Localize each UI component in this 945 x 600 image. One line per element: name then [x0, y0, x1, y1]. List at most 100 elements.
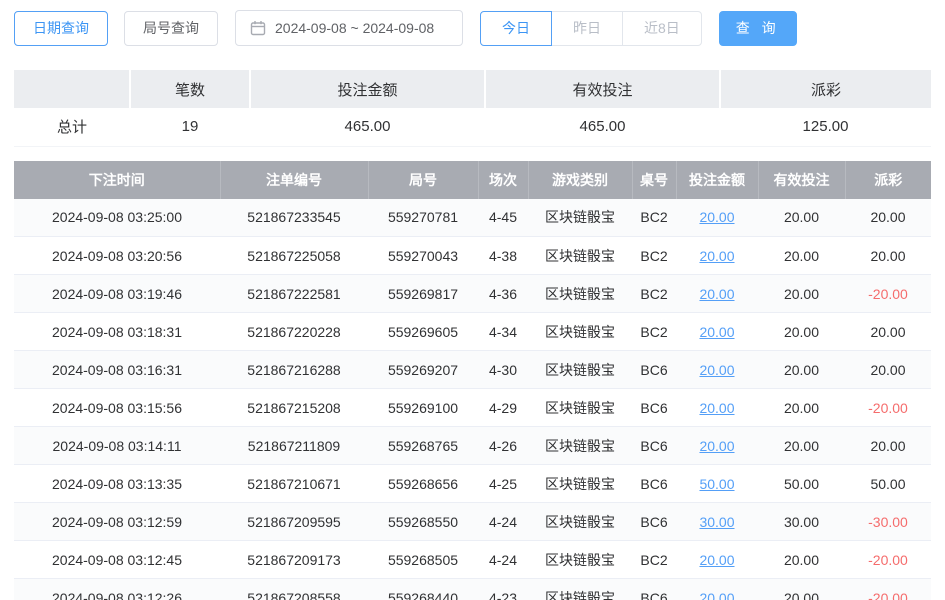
session-cell: 4-25	[478, 465, 528, 503]
bet-time-cell: 2024-09-08 03:18:31	[14, 313, 220, 351]
bet-id-cell: 521867220228	[220, 313, 368, 351]
game-type-cell: 区块链骰宝	[528, 237, 632, 275]
game-type-cell: 区块链骰宝	[528, 389, 632, 427]
round-id-cell: 559268505	[368, 541, 478, 579]
date-range-input[interactable]: 2024-09-08 ~ 2024-09-08	[235, 10, 463, 46]
date-query-tab-button[interactable]: 日期查询	[14, 11, 108, 46]
yesterday-button[interactable]: 昨日	[551, 11, 623, 46]
session-cell: 4-23	[478, 579, 528, 600]
table-row: 2024-09-08 03:13:35 521867210671 5592686…	[14, 465, 931, 503]
search-button[interactable]: 查 询	[719, 11, 797, 46]
bet-amount-link[interactable]: 20.00	[699, 590, 734, 600]
bet-amount-link[interactable]: 20.00	[699, 248, 734, 264]
header-game-type: 游戏类别	[528, 161, 632, 199]
table-no-cell: BC2	[632, 275, 676, 313]
summary-total-payout: 125.00	[720, 108, 931, 146]
bet-id-cell: 521867216288	[220, 351, 368, 389]
table-row: 2024-09-08 03:18:31 521867220228 5592696…	[14, 313, 931, 351]
bet-amount-cell: 20.00	[676, 389, 758, 427]
session-cell: 4-36	[478, 275, 528, 313]
bet-amount-cell: 20.00	[676, 237, 758, 275]
table-no-cell: BC2	[632, 237, 676, 275]
valid-bet-cell: 20.00	[758, 237, 845, 275]
session-cell: 4-34	[478, 313, 528, 351]
payout-cell: -20.00	[845, 389, 931, 427]
bet-amount-link[interactable]: 20.00	[699, 400, 734, 416]
bet-amount-link[interactable]: 30.00	[699, 514, 734, 530]
today-button[interactable]: 今日	[480, 11, 552, 46]
header-payout: 派彩	[845, 161, 931, 199]
round-id-cell: 559269817	[368, 275, 478, 313]
game-type-cell: 区块链骰宝	[528, 351, 632, 389]
header-bet-amount: 投注金额	[676, 161, 758, 199]
table-no-cell: BC2	[632, 313, 676, 351]
table-no-cell: BC6	[632, 465, 676, 503]
payout-cell: 20.00	[845, 237, 931, 275]
calendar-icon	[250, 20, 266, 36]
round-id-cell: 559268550	[368, 503, 478, 541]
query-toolbar: 日期查询 局号查询 2024-09-08 ~ 2024-09-08 今日 昨日 …	[14, 10, 931, 46]
session-cell: 4-38	[478, 237, 528, 275]
session-cell: 4-26	[478, 427, 528, 465]
valid-bet-cell: 20.00	[758, 427, 845, 465]
bet-id-cell: 521867215208	[220, 389, 368, 427]
summary-header-row: 笔数 投注金额 有效投注 派彩	[14, 70, 931, 108]
bet-id-cell: 521867209173	[220, 541, 368, 579]
round-id-cell: 559269100	[368, 389, 478, 427]
header-table-no: 桌号	[632, 161, 676, 199]
payout-cell: -20.00	[845, 275, 931, 313]
bet-time-cell: 2024-09-08 03:12:45	[14, 541, 220, 579]
bet-amount-link[interactable]: 20.00	[699, 438, 734, 454]
bet-amount-link[interactable]: 20.00	[699, 286, 734, 302]
payout-cell: 20.00	[845, 351, 931, 389]
bet-amount-link[interactable]: 50.00	[699, 476, 734, 492]
table-no-cell: BC6	[632, 503, 676, 541]
table-no-cell: BC6	[632, 389, 676, 427]
valid-bet-cell: 20.00	[758, 313, 845, 351]
round-id-cell: 559269207	[368, 351, 478, 389]
bet-records-table: 下注时间 注单编号 局号 场次 游戏类别 桌号 投注金额 有效投注 派彩 202…	[14, 161, 931, 600]
game-type-cell: 区块链骰宝	[528, 275, 632, 313]
payout-cell: -30.00	[845, 503, 931, 541]
bet-amount-link[interactable]: 20.00	[699, 209, 734, 225]
round-id-cell: 559270781	[368, 199, 478, 237]
bet-amount-cell: 20.00	[676, 427, 758, 465]
bet-time-cell: 2024-09-08 03:15:56	[14, 389, 220, 427]
table-row: 2024-09-08 03:14:11 521867211809 5592687…	[14, 427, 931, 465]
bet-amount-cell: 20.00	[676, 541, 758, 579]
table-row: 2024-09-08 03:12:45 521867209173 5592685…	[14, 541, 931, 579]
round-query-tab-button[interactable]: 局号查询	[124, 11, 218, 46]
header-bet-time: 下注时间	[14, 161, 220, 199]
valid-bet-cell: 20.00	[758, 275, 845, 313]
table-row: 2024-09-08 03:12:59 521867209595 5592685…	[14, 503, 931, 541]
bet-id-cell: 521867233545	[220, 199, 368, 237]
bet-time-cell: 2024-09-08 03:12:26	[14, 579, 220, 600]
summary-header-blank	[14, 70, 130, 108]
bet-table-header-row: 下注时间 注单编号 局号 场次 游戏类别 桌号 投注金额 有效投注 派彩	[14, 161, 931, 199]
bet-id-cell: 521867210671	[220, 465, 368, 503]
game-type-cell: 区块链骰宝	[528, 199, 632, 237]
bet-amount-link[interactable]: 20.00	[699, 362, 734, 378]
summary-header-bet-amount: 投注金额	[250, 70, 485, 108]
payout-cell: 20.00	[845, 199, 931, 237]
session-cell: 4-29	[478, 389, 528, 427]
bet-time-cell: 2024-09-08 03:16:31	[14, 351, 220, 389]
last-8-days-button[interactable]: 近8日	[622, 11, 702, 46]
betting-records-page: 日期查询 局号查询 2024-09-08 ~ 2024-09-08 今日 昨日 …	[0, 0, 945, 600]
bet-amount-link[interactable]: 20.00	[699, 324, 734, 340]
bet-amount-cell: 20.00	[676, 275, 758, 313]
round-id-cell: 559268765	[368, 427, 478, 465]
bet-amount-cell: 20.00	[676, 579, 758, 600]
bet-id-cell: 521867211809	[220, 427, 368, 465]
header-round-id: 局号	[368, 161, 478, 199]
valid-bet-cell: 20.00	[758, 541, 845, 579]
valid-bet-cell: 20.00	[758, 351, 845, 389]
bet-time-cell: 2024-09-08 03:14:11	[14, 427, 220, 465]
header-session: 场次	[478, 161, 528, 199]
table-no-cell: BC6	[632, 351, 676, 389]
summary-total-bet-amount: 465.00	[250, 108, 485, 146]
summary-total-count: 19	[130, 108, 250, 146]
bet-time-cell: 2024-09-08 03:25:00	[14, 199, 220, 237]
session-cell: 4-24	[478, 503, 528, 541]
bet-amount-link[interactable]: 20.00	[699, 552, 734, 568]
